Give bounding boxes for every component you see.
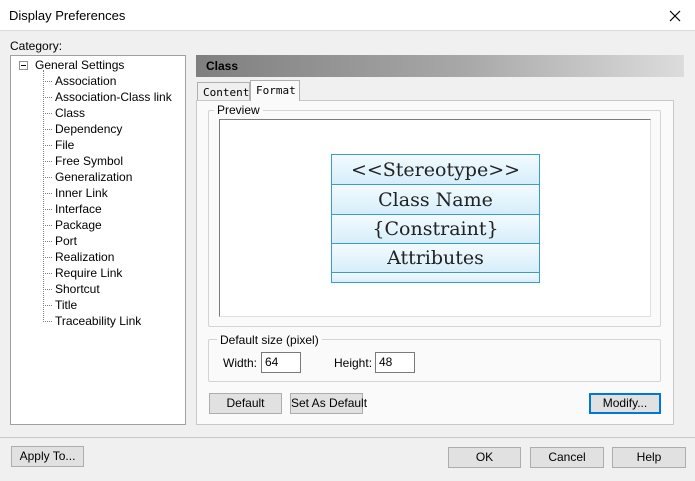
set-as-default-button[interactable]: Set As Default — [290, 393, 367, 414]
height-input[interactable]: 48 — [375, 352, 415, 373]
height-label: Height: — [334, 356, 373, 370]
tab-format[interactable]: Format — [250, 80, 300, 101]
uml-class-name: Class Name — [332, 185, 539, 215]
title-bar: Display Preferences — [0, 0, 695, 31]
tree-item-class[interactable]: Class — [43, 105, 85, 121]
default-button[interactable]: Default — [209, 393, 282, 414]
tree-item-package[interactable]: Package — [43, 217, 102, 233]
tree-item-port[interactable]: Port — [43, 233, 77, 249]
tree-root-general-settings[interactable]: General Settings — [35, 58, 124, 72]
category-tree[interactable]: General Settings Association Association-… — [10, 55, 186, 425]
tree-item-interface[interactable]: Interface — [43, 201, 102, 217]
tree-item-dependency[interactable]: Dependency — [43, 121, 122, 137]
uml-class-preview: <<Stereotype>> Class Name {Constraint} A… — [331, 154, 540, 283]
tree-item-require-link[interactable]: Require Link — [43, 265, 122, 281]
apply-to-button[interactable]: Apply To... — [11, 446, 84, 467]
tree-item-association-class-link[interactable]: Association-Class link — [43, 89, 172, 105]
tree-item-traceability-link[interactable]: Traceability Link — [43, 313, 141, 329]
width-input[interactable]: 64 — [261, 352, 301, 373]
tree-item-shortcut[interactable]: Shortcut — [43, 281, 100, 297]
modify-button[interactable]: Modify... — [589, 393, 661, 414]
section-header: Class — [196, 55, 684, 77]
tree-item-realization[interactable]: Realization — [43, 249, 114, 265]
close-icon — [669, 10, 681, 21]
tree-item-title[interactable]: Title — [43, 297, 77, 313]
category-label: Category: — [10, 39, 63, 53]
help-button[interactable]: Help — [612, 447, 686, 468]
window-title: Display Preferences — [9, 8, 126, 23]
tree-item-generalization[interactable]: Generalization — [43, 169, 132, 185]
uml-stereotype: <<Stereotype>> — [332, 155, 539, 185]
uml-constraint: {Constraint} — [332, 215, 539, 244]
uml-attributes: Attributes — [332, 244, 539, 273]
default-size-label: Default size (pixel) — [217, 333, 322, 347]
collapse-icon[interactable] — [19, 61, 28, 70]
cancel-button[interactable]: Cancel — [530, 447, 604, 468]
width-label: Width: — [223, 356, 258, 370]
ok-button[interactable]: OK — [448, 447, 521, 468]
tab-content[interactable]: Content — [197, 82, 250, 101]
tree-item-file[interactable]: File — [43, 137, 74, 153]
tree-item-inner-link[interactable]: Inner Link — [43, 185, 108, 201]
footer-separator — [0, 437, 695, 438]
tree-item-free-symbol[interactable]: Free Symbol — [43, 153, 123, 169]
tree-item-association[interactable]: Association — [43, 73, 116, 89]
close-button[interactable] — [655, 0, 695, 31]
preview-group-label: Preview — [214, 103, 263, 117]
uml-operations — [332, 273, 539, 282]
